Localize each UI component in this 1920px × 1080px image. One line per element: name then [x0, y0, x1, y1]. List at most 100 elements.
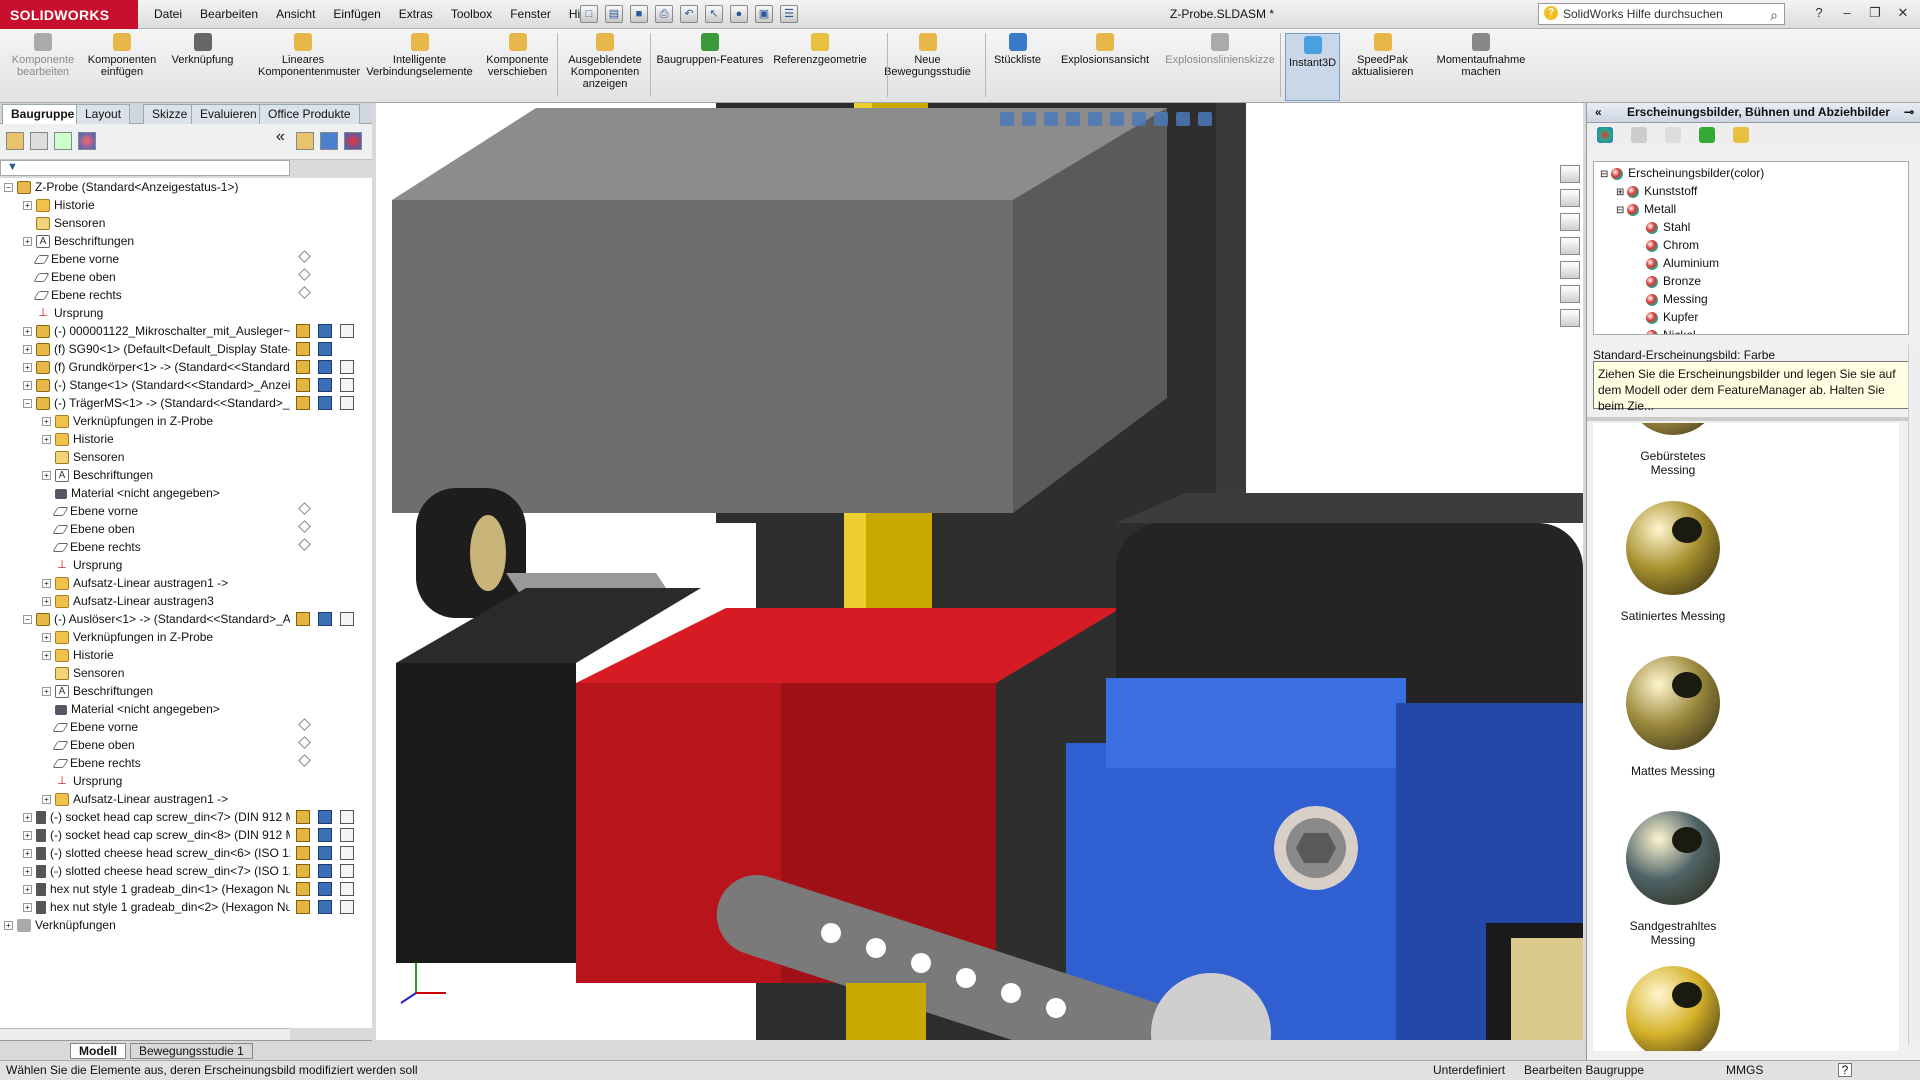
expand-toggle-icon[interactable]: +: [42, 435, 51, 445]
property-manager-icon[interactable]: [30, 132, 48, 150]
tab-evaluieren[interactable]: Evaluieren: [191, 104, 266, 124]
expand-toggle-icon[interactable]: +: [23, 885, 32, 895]
expand-toggle-icon[interactable]: +: [42, 417, 51, 427]
minimize-icon[interactable]: –: [1836, 2, 1858, 24]
tree-node[interactable]: + A Beschriftungen: [42, 466, 290, 484]
view-settings-icon[interactable]: [1198, 112, 1212, 126]
tree-node[interactable]: + (-) Stange<1> (Standard<<Standard>_Anze…: [23, 376, 290, 394]
help-menu-icon[interactable]: ?: [1808, 2, 1830, 24]
collapse-panel-icon[interactable]: «: [276, 128, 290, 146]
tree-node[interactable]: + Historie: [42, 430, 290, 448]
tab-baugruppe[interactable]: Baugruppe: [2, 104, 84, 124]
ribbon-button-3[interactable]: Lineares Komponentenmuster: [258, 33, 360, 78]
solidworks-logo[interactable]: SOLIDWORKS: [0, 0, 138, 29]
feature-manager-icon[interactable]: [6, 132, 24, 150]
view-orientation-icon[interactable]: [1088, 112, 1102, 126]
tree-node[interactable]: Material <nicht angegeben>: [42, 700, 290, 718]
menu-2[interactable]: Ansicht: [267, 0, 324, 29]
tree-node[interactable]: + Historie: [42, 646, 290, 664]
expand-toggle-icon[interactable]: +: [23, 813, 32, 823]
configuration-manager-icon[interactable]: [54, 132, 72, 150]
show-components-icon[interactable]: [296, 132, 314, 150]
appearance-swatch[interactable]: Gebürstetes Messing: [1618, 423, 1728, 477]
zoom-to-fit-icon[interactable]: [1000, 112, 1014, 126]
status-help-icon[interactable]: ?: [1838, 1063, 1852, 1077]
menu-4[interactable]: Extras: [390, 0, 442, 29]
menu-0[interactable]: Datei: [145, 0, 191, 29]
appearance-tree-node[interactable]: Kupfer: [1632, 308, 1698, 326]
undo-icon[interactable]: ↶: [680, 5, 698, 23]
expand-toggle-icon[interactable]: +: [23, 831, 32, 841]
tree-node[interactable]: + hex nut style 1 gradeab_din<2> (Hexagon…: [23, 898, 290, 916]
apply-scene-icon[interactable]: [1176, 112, 1190, 126]
options-icon[interactable]: ☰: [780, 5, 798, 23]
tree-node[interactable]: ⊥ Ursprung: [42, 556, 290, 574]
tree-node[interactable]: Ebene vorne: [42, 718, 290, 736]
tree-node[interactable]: + (f) Grundkörper<1> -> (Standard<<Standa…: [23, 358, 290, 376]
tab-model[interactable]: Modell: [70, 1043, 126, 1059]
tree-node[interactable]: + (-) slotted cheese head screw_din<6> (I…: [23, 844, 290, 862]
appearance-tree-node[interactable]: Bronze: [1632, 272, 1701, 290]
tree-node[interactable]: Ebene rechts: [23, 286, 290, 304]
appearance-tree-node[interactable]: ⊟ Erscheinungsbilder(color): [1600, 164, 1764, 182]
ribbon-button-7[interactable]: Baugruppen-Features: [655, 33, 765, 66]
expand-toggle-icon[interactable]: ⊟: [1616, 205, 1627, 216]
graphics-area[interactable]: [376, 103, 1583, 1040]
hide-show-items-icon[interactable]: [1132, 112, 1146, 126]
close-icon[interactable]: ✕: [1892, 2, 1914, 24]
expand-toggle-icon[interactable]: +: [23, 867, 32, 877]
unit-system[interactable]: MMGS: [1726, 1061, 1763, 1080]
tree-node[interactable]: + Aufsatz-Linear austragen1 ->: [42, 790, 290, 808]
appearance-swatch[interactable]: Mattes Messing: [1618, 648, 1728, 778]
select-cursor-icon[interactable]: ↖: [705, 5, 723, 23]
appearances-tab-icon[interactable]: [1560, 285, 1580, 303]
file-properties-icon[interactable]: ▣: [755, 5, 773, 23]
appearance-globe-icon[interactable]: [1597, 127, 1613, 143]
ribbon-button-10[interactable]: Stückliste: [990, 33, 1045, 66]
tree-horizontal-scrollbar[interactable]: [0, 1028, 290, 1040]
rebuild-icon[interactable]: ●: [730, 5, 748, 23]
tree-node[interactable]: + Aufsatz-Linear austragen1 ->: [42, 574, 290, 592]
save-icon[interactable]: ■: [630, 5, 648, 23]
ribbon-button-4[interactable]: Intelligente Verbindungselemente: [362, 33, 477, 78]
tree-node[interactable]: + A Beschriftungen: [23, 232, 290, 250]
tree-node[interactable]: Ebene oben: [23, 268, 290, 286]
ribbon-button-2[interactable]: Verknüpfung: [165, 33, 240, 66]
tab-motion-study[interactable]: Bewegungsstudie 1: [130, 1043, 253, 1059]
tree-node[interactable]: ⊥ Ursprung: [23, 304, 290, 322]
tab-layout[interactable]: Layout: [76, 104, 131, 124]
view-palette-icon[interactable]: [1560, 261, 1580, 279]
feature-filter-input[interactable]: ▼: [0, 160, 290, 176]
tree-node[interactable]: Sensoren: [23, 214, 290, 232]
appearance-swatch[interactable]: Satiniertes Messing: [1618, 493, 1728, 623]
tab-office-produkte[interactable]: Office Produkte: [259, 104, 360, 124]
expand-toggle-icon[interactable]: +: [4, 921, 13, 931]
display-pane-icon[interactable]: [320, 132, 338, 150]
expand-toggle-icon[interactable]: +: [23, 327, 32, 337]
tree-node[interactable]: Ebene oben: [42, 520, 290, 538]
ribbon-button-1[interactable]: Komponenten einfügen: [82, 33, 162, 78]
tree-node[interactable]: + Historie: [23, 196, 290, 214]
tree-node[interactable]: + Verknüpfungen in Z-Probe: [42, 412, 290, 430]
solidworks-resources-icon[interactable]: [1560, 165, 1580, 183]
custom-properties-icon[interactable]: [1560, 309, 1580, 327]
pin-icon[interactable]: ⊸: [1904, 103, 1914, 122]
tree-node[interactable]: + (f) SG90<1> (Default<Default_Display St…: [23, 340, 290, 358]
up-level-icon[interactable]: [1733, 127, 1749, 143]
new-document-icon[interactable]: □: [580, 5, 598, 23]
expand-toggle-icon[interactable]: −: [23, 615, 32, 625]
ribbon-button-13[interactable]: Instant3D: [1285, 33, 1340, 101]
expand-toggle-icon[interactable]: +: [23, 903, 32, 913]
tree-node[interactable]: + (-) slotted cheese head screw_din<7> (I…: [23, 862, 290, 880]
ribbon-button-6[interactable]: Ausgeblendete Komponenten anzeigen: [560, 33, 650, 90]
tree-node[interactable]: ⊥ Ursprung: [42, 772, 290, 790]
restore-icon[interactable]: ❐: [1864, 2, 1886, 24]
appearance-tree-node[interactable]: Chrom: [1632, 236, 1699, 254]
expand-toggle-icon[interactable]: +: [42, 651, 51, 661]
expand-toggle-icon[interactable]: +: [23, 363, 32, 373]
previous-view-icon[interactable]: [1044, 112, 1058, 126]
ribbon-button-12[interactable]: Explosionslinienskizze: [1160, 33, 1280, 66]
help-search-input[interactable]: ? SolidWorks Hilfe durchsuchen ⌕: [1538, 3, 1785, 25]
add-folder-icon[interactable]: [1631, 127, 1647, 143]
tree-node[interactable]: Sensoren: [42, 664, 290, 682]
